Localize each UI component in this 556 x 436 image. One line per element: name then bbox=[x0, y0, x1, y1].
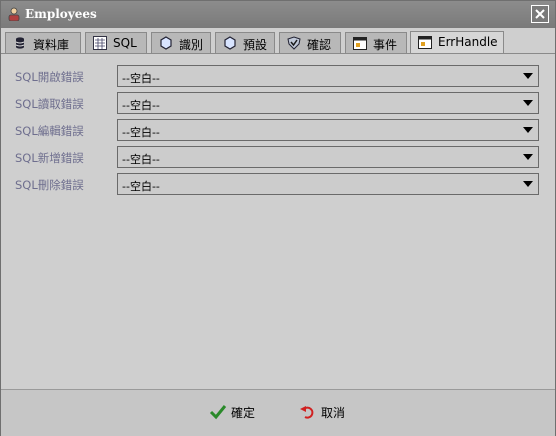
sql-delete-error-label: SQL刪除錯誤 bbox=[15, 178, 84, 192]
errhandle-panel: SQL開啟錯誤 --空白-- SQL讀取錯誤 --空白-- SQL編輯錯誤 --… bbox=[1, 54, 555, 389]
sql-read-error-select[interactable]: --空白-- bbox=[117, 92, 539, 114]
sql-icon bbox=[93, 36, 107, 50]
sql-open-error-select[interactable]: --空白-- bbox=[117, 65, 539, 87]
sql-insert-error-label: SQL新增錯誤 bbox=[15, 151, 84, 165]
hexagon-icon bbox=[159, 36, 173, 50]
select-value: --空白-- bbox=[122, 180, 160, 193]
dialog-window: Employees 資料庫 SQL 識別 預設 確認 事件 ErrHandle … bbox=[0, 0, 556, 436]
chevron-down-icon[interactable] bbox=[523, 100, 533, 106]
chevron-down-icon[interactable] bbox=[523, 73, 533, 79]
undo-arrow-icon bbox=[299, 404, 317, 420]
chevron-down-icon[interactable] bbox=[523, 154, 533, 160]
tab-database[interactable]: 資料庫 bbox=[5, 32, 81, 53]
cancel-button-label: 取消 bbox=[321, 406, 346, 420]
sql-edit-error-label: SQL編輯錯誤 bbox=[15, 124, 84, 138]
hexagon-icon bbox=[223, 36, 237, 50]
close-icon bbox=[535, 9, 545, 19]
sql-edit-error-select[interactable]: --空白-- bbox=[117, 119, 539, 141]
ok-button-label: 確定 bbox=[231, 406, 256, 420]
chevron-down-icon[interactable] bbox=[523, 181, 533, 187]
sql-delete-error-select[interactable]: --空白-- bbox=[117, 173, 539, 195]
window-title: Employees bbox=[25, 7, 97, 21]
tab-default[interactable]: 預設 bbox=[215, 32, 275, 53]
tab-label: 預設 bbox=[243, 38, 268, 52]
close-button[interactable] bbox=[531, 5, 549, 23]
tab-label: 識別 bbox=[179, 38, 204, 52]
dialog-footer: 確定 取消 bbox=[1, 389, 555, 436]
sql-open-error-label: SQL開啟錯誤 bbox=[15, 70, 84, 84]
ok-button[interactable]: 確定 bbox=[209, 402, 261, 422]
tab-strip: 資料庫 SQL 識別 預設 確認 事件 ErrHandle bbox=[1, 30, 555, 54]
select-value: --空白-- bbox=[122, 72, 160, 85]
tab-confirm[interactable]: 確認 bbox=[279, 32, 341, 53]
checkmark-icon bbox=[209, 404, 227, 420]
event-icon bbox=[353, 36, 367, 50]
tab-label: 事件 bbox=[373, 38, 398, 52]
tab-sql[interactable]: SQL bbox=[85, 32, 147, 53]
tab-label: ErrHandle bbox=[438, 35, 498, 49]
tab-errhandle[interactable]: ErrHandle bbox=[410, 31, 504, 53]
cancel-button[interactable]: 取消 bbox=[299, 402, 351, 422]
tab-label: SQL bbox=[113, 36, 137, 50]
tab-identity[interactable]: 識別 bbox=[151, 32, 211, 53]
database-icon bbox=[13, 36, 27, 50]
event-icon bbox=[418, 35, 432, 49]
select-value: --空白-- bbox=[122, 99, 160, 112]
title-bar[interactable]: Employees bbox=[1, 1, 555, 28]
sql-read-error-label: SQL讀取錯誤 bbox=[15, 97, 84, 111]
select-value: --空白-- bbox=[122, 126, 160, 139]
tab-label: 確認 bbox=[307, 38, 332, 52]
select-value: --空白-- bbox=[122, 153, 160, 166]
shield-check-icon bbox=[287, 36, 301, 50]
app-icon bbox=[7, 7, 21, 22]
sql-insert-error-select[interactable]: --空白-- bbox=[117, 146, 539, 168]
tab-label: 資料庫 bbox=[33, 38, 70, 52]
chevron-down-icon[interactable] bbox=[523, 127, 533, 133]
tab-events[interactable]: 事件 bbox=[345, 32, 407, 53]
